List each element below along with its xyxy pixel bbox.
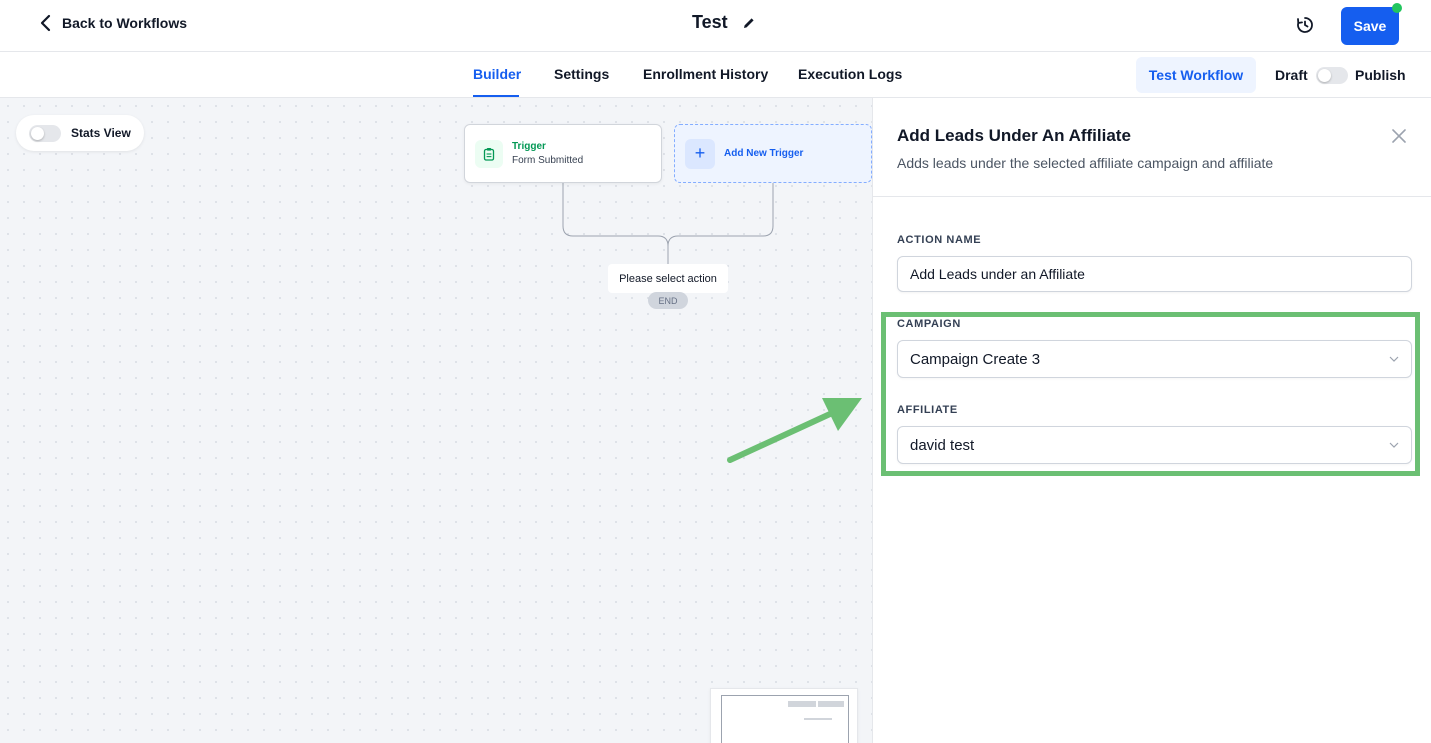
tab-settings[interactable]: Settings (554, 66, 609, 82)
workflow-title-group: Test (692, 12, 756, 33)
select-action-node[interactable]: Please select action (608, 264, 728, 293)
end-node: END (648, 292, 688, 309)
pencil-icon[interactable] (742, 16, 756, 30)
affiliate-selected-value: david test (910, 436, 975, 454)
chevron-left-icon (40, 14, 51, 32)
campaign-select[interactable]: Campaign Create 3 (897, 340, 1412, 378)
add-new-trigger-label: Add New Trigger (724, 148, 804, 159)
test-workflow-button[interactable]: Test Workflow (1136, 57, 1256, 93)
trigger-node-title: Trigger (512, 141, 546, 152)
history-icon[interactable] (1295, 15, 1315, 35)
close-icon[interactable] (1391, 128, 1407, 144)
tab-bar: Builder Settings Enrollment History Exec… (0, 52, 1431, 98)
campaign-label: CAMPAIGN (897, 318, 961, 330)
affiliate-label: AFFILIATE (897, 404, 958, 416)
publish-label: Publish (1355, 67, 1406, 83)
trigger-node-subtitle: Form Submitted (512, 155, 584, 166)
toggle-knob (1318, 69, 1331, 82)
action-name-input[interactable] (897, 256, 1412, 292)
tab-builder[interactable]: Builder (473, 66, 521, 82)
tab-enrollment-history[interactable]: Enrollment History (643, 66, 768, 82)
top-bar: Back to Workflows Test Save (0, 0, 1431, 52)
clipboard-icon (475, 139, 503, 168)
save-button[interactable]: Save (1341, 7, 1399, 45)
minimap-node (804, 718, 832, 720)
publish-toggle[interactable] (1316, 67, 1348, 84)
add-new-trigger-node[interactable]: + Add New Trigger (674, 124, 872, 183)
minimap-node (788, 701, 816, 707)
active-tab-indicator (473, 95, 519, 97)
action-config-panel: Add Leads Under An Affiliate Adds leads … (872, 98, 1431, 743)
affiliate-select[interactable]: david test (897, 426, 1412, 464)
trigger-node[interactable]: Trigger Form Submitted (464, 124, 662, 183)
workflow-canvas[interactable]: Stats View Trigger Form Submitted + Add … (0, 98, 872, 743)
canvas-minimap[interactable] (710, 688, 858, 743)
chevron-down-icon (1389, 354, 1399, 364)
chevron-down-icon (1389, 440, 1399, 450)
campaign-selected-value: Campaign Create 3 (910, 350, 1041, 368)
action-name-label: ACTION NAME (897, 234, 982, 246)
plus-icon: + (685, 138, 715, 169)
workflow-title: Test (692, 12, 728, 32)
minimap-node (818, 701, 844, 707)
unsaved-status-dot (1392, 3, 1402, 13)
panel-title: Add Leads Under An Affiliate (897, 126, 1131, 145)
minimap-viewport (721, 695, 849, 743)
panel-description: Adds leads under the selected affiliate … (897, 155, 1274, 171)
back-label: Back to Workflows (62, 15, 187, 31)
back-to-workflows-link[interactable]: Back to Workflows (38, 14, 187, 32)
draft-label: Draft (1275, 67, 1308, 83)
panel-header: Add Leads Under An Affiliate Adds leads … (873, 98, 1431, 197)
tab-execution-logs[interactable]: Execution Logs (798, 66, 902, 82)
node-connectors (562, 183, 774, 264)
